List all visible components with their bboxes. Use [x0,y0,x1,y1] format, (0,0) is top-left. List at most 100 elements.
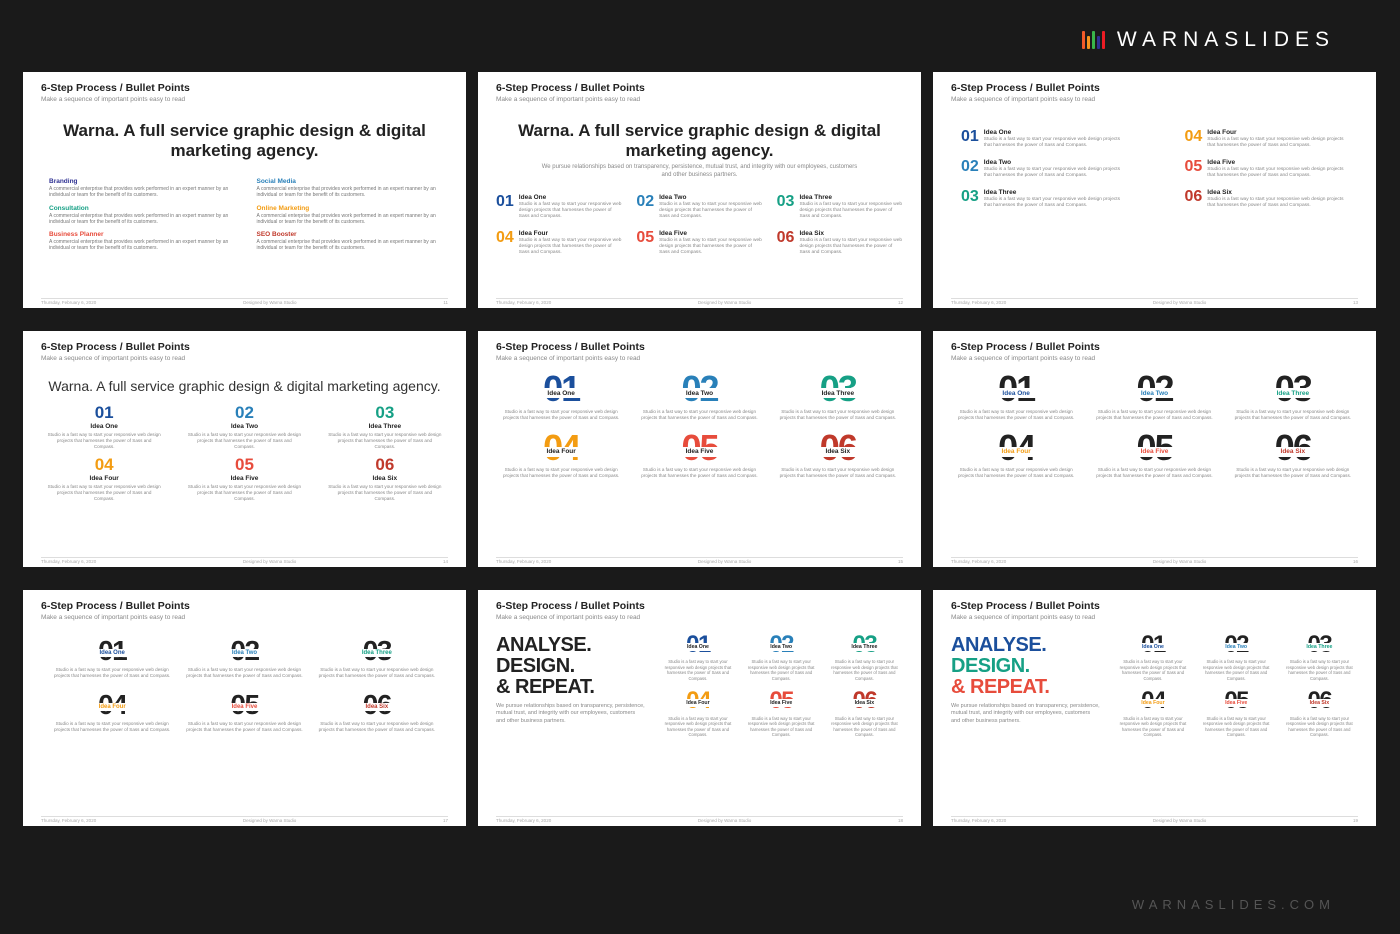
split-left: ANALYSE. DESIGN. & REPEAT. We pursue rel… [951,635,1100,737]
slide-footer: Thursday, February 6, 2020Designed by Wa… [951,298,1358,305]
idea-item: 01 Idea One Studio is a fast way to star… [961,129,1125,149]
idea-item: 02 Idea Two Studio is a fast way to star… [1089,374,1219,421]
idea-item: 02 Idea Two Studio is a fast way to star… [743,635,820,681]
idea-item: 05 Idea Five Studio is a fast way to sta… [1089,433,1219,480]
idea-number: 05 [181,456,307,473]
idea-body: Studio is a fast way to start your respo… [1207,197,1348,209]
idea-title: Idea Four [951,447,1081,457]
idea-title: Idea Two [659,194,763,201]
idea-item: 04 Idea Four Studio is a fast way to sta… [496,433,626,480]
idea-grid: 01 Idea One Studio is a fast way to star… [41,639,448,732]
slide-4: 6-Step Process / Bullet Points Make a se… [23,331,466,567]
idea-body: Studio is a fast way to start your respo… [984,197,1125,209]
heading: ANALYSE. DESIGN. & REPEAT. [951,635,1100,698]
slide-subtitle: Make a sequence of important points easy… [951,96,1358,103]
idea-title: Idea One [519,194,623,201]
idea-item: 03 Idea Three Studio is a fast way to st… [773,374,903,421]
slide-subtitle: Make a sequence of important points easy… [951,355,1358,362]
heading-sub: We pursue relationships based on transpa… [951,703,1100,725]
idea-item: 06 Idea Six Studio is a fast way to star… [773,433,903,480]
feature-list: Branding A commercial enterprise that pr… [41,178,448,252]
slide-grid: 6-Step Process / Bullet Points Make a se… [23,72,1376,826]
idea-title: Idea Six [322,475,448,482]
slide-subtitle: Make a sequence of important points easy… [951,614,1358,621]
idea-title: Idea Five [181,475,307,482]
idea-body: Studio is a fast way to start your respo… [826,659,903,681]
idea-title: Idea Three [799,194,903,201]
idea-item: 05 Idea Five Studio is a fast way to sta… [183,693,305,733]
idea-item: 02 Idea Two Studio is a fast way to star… [634,374,764,421]
idea-item: 02 Idea Two Studio is a fast way to star… [1198,635,1275,681]
slide-footer: Thursday, February 6, 2020Designed by Wa… [41,557,448,564]
idea-item: 05 Idea Five Studio is a fast way to sta… [1185,159,1349,179]
heading-sub: We pursue relationships based on transpa… [496,703,645,725]
idea-title: Idea Two [984,159,1125,166]
idea-title: Idea Four [51,703,173,711]
slide-9: 6-Step Process / Bullet Points Make a se… [933,590,1376,826]
idea-body: Studio is a fast way to start your respo… [41,432,167,450]
slide-subtitle: Make a sequence of important points easy… [41,614,448,621]
idea-title: Idea Three [826,643,903,651]
heading: ANALYSE. DESIGN. & REPEAT. [496,635,645,698]
feature-body: A commercial enterprise that provides wo… [257,213,441,226]
idea-body: Studio is a fast way to start your respo… [1207,137,1348,149]
idea-body: Studio is a fast way to start your respo… [1228,467,1358,479]
idea-number: 03 [322,404,448,421]
idea-body: Studio is a fast way to start your respo… [1198,659,1275,681]
idea-item: 01 Idea One Studio is a fast way to star… [41,404,167,450]
idea-title: Idea Two [183,649,305,657]
feature-title: Online Marketing [257,205,441,212]
idea-item: 04 Idea Four Studio is a fast way to sta… [659,691,736,737]
feature-title: Business Planner [49,231,233,238]
slide-title: 6-Step Process / Bullet Points [496,341,903,353]
slide-title: 6-Step Process / Bullet Points [496,82,903,94]
idea-item: 04 Idea Four Studio is a fast way to sta… [1185,129,1349,149]
idea-item: 02 Idea Two Studio is a fast way to star… [181,404,307,450]
idea-body: Studio is a fast way to start your respo… [634,467,764,479]
slide-title: 6-Step Process / Bullet Points [41,82,448,94]
idea-item: 03 Idea Three Studio is a fast way to st… [1281,635,1358,681]
feature-title: Consultation [49,205,233,212]
slide-2: 6-Step Process / Bullet Points Make a se… [478,72,921,308]
idea-body: Studio is a fast way to start your respo… [799,238,903,256]
feature-item: Business Planner A commercial enterprise… [49,231,233,252]
idea-item: 01 Idea One Studio is a fast way to star… [951,374,1081,421]
idea-item: 02 Idea Two Studio is a fast way to star… [961,159,1125,179]
idea-item: 05 Idea Five Studio is a fast way to sta… [181,456,307,502]
idea-number: 02 [961,159,979,179]
idea-item: 03 Idea Three Studio is a fast way to st… [1228,374,1358,421]
idea-item: 06 Idea Six Studio is a fast way to star… [1228,433,1358,480]
idea-title: Idea Five [1198,699,1275,707]
idea-title: Idea Two [634,388,764,398]
idea-title: Idea Five [743,699,820,707]
feature-title: SEO Booster [257,231,441,238]
idea-number: 05 [636,230,654,256]
feature-title: Branding [49,178,233,185]
idea-body: Studio is a fast way to start your respo… [799,202,903,220]
idea-title: Idea Four [1114,699,1191,707]
idea-title: Idea Three [322,423,448,430]
idea-item: 06 Idea Six Studio is a fast way to star… [1281,691,1358,737]
idea-body: Studio is a fast way to start your respo… [984,137,1125,149]
idea-title: Idea Six [773,447,903,457]
brand-text: WARNASLIDES [1117,28,1335,52]
idea-item: 02 Idea Two Studio is a fast way to star… [183,639,305,679]
idea-grid: 01 Idea One Studio is a fast way to star… [1114,635,1358,737]
slide-7: 6-Step Process / Bullet Points Make a se… [23,590,466,826]
idea-title: Idea One [41,423,167,430]
idea-title: Idea Three [316,649,438,657]
idea-body: Studio is a fast way to start your respo… [1114,659,1191,681]
idea-body: Studio is a fast way to start your respo… [659,716,736,738]
idea-item: 01 Idea One Studio is a fast way to star… [1114,635,1191,681]
idea-body: Studio is a fast way to start your respo… [1207,167,1348,179]
idea-item: 01 Idea One Studio is a fast way to star… [496,194,622,220]
idea-body: Studio is a fast way to start your respo… [496,467,626,479]
slide-3: 6-Step Process / Bullet Points Make a se… [933,72,1376,308]
idea-number: 04 [496,230,514,256]
idea-item: 03 Idea Three Studio is a fast way to st… [777,194,903,220]
feature-body: A commercial enterprise that provides wo… [49,186,233,199]
idea-grid: 01 Idea One Studio is a fast way to star… [659,635,903,737]
idea-title: Idea Two [1198,643,1275,651]
slide-subtitle: Make a sequence of important points easy… [41,96,448,103]
idea-body: Studio is a fast way to start your respo… [183,721,305,733]
